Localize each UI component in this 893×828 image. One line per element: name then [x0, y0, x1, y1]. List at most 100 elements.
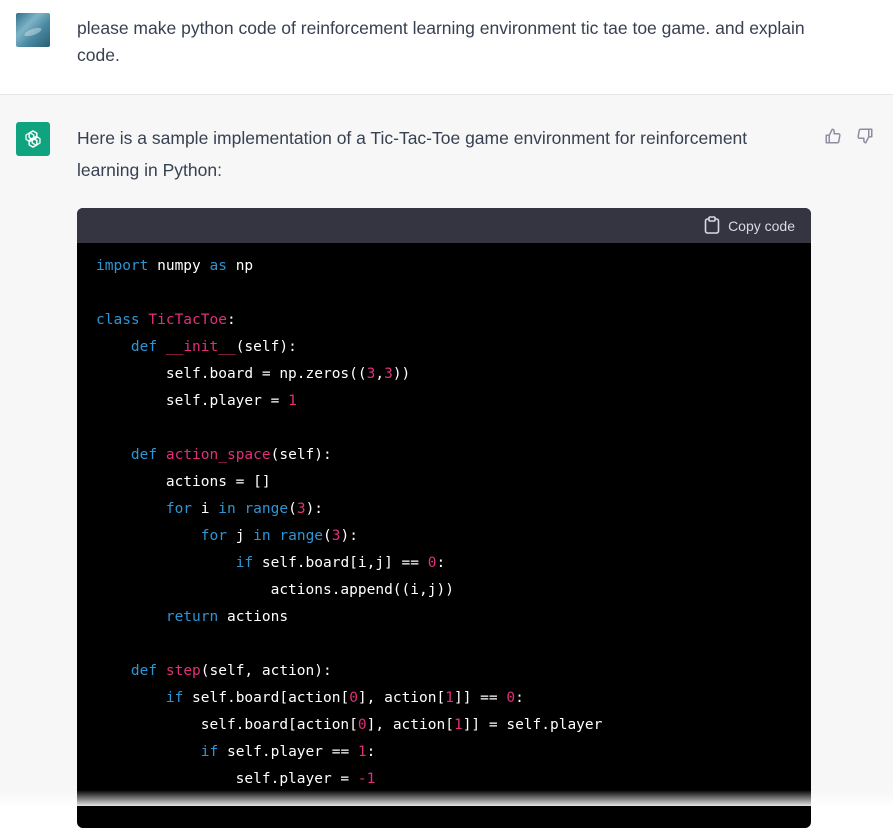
- code-token: ]] = self.player: [462, 717, 603, 733]
- code-line: def step(self, action):: [96, 658, 811, 685]
- code-token: return: [165, 609, 219, 625]
- code-token: (: [323, 528, 332, 544]
- code-line: if self.board[i,j] == 0:: [96, 550, 811, 577]
- clipboard-icon: [704, 215, 720, 237]
- code-token: 3: [384, 366, 393, 382]
- code-line: import numpy as np: [96, 253, 811, 280]
- code-token: for: [200, 528, 227, 544]
- code-token: if: [165, 690, 184, 706]
- code-token: 1: [288, 393, 297, 409]
- code-token: as: [209, 258, 227, 274]
- copy-code-label: Copy code: [728, 218, 795, 234]
- code-token: actions: [218, 609, 289, 625]
- code-token: action_space: [165, 447, 271, 463]
- code-token: self.player =: [96, 393, 289, 409]
- code-token: if: [235, 555, 254, 571]
- code-token: -1: [357, 771, 376, 787]
- code-token: i: [192, 501, 219, 517]
- code-token: def: [130, 663, 158, 679]
- code-token: if: [200, 744, 219, 760]
- code-token: actions = []: [96, 474, 271, 490]
- code-token: )): [392, 366, 411, 382]
- code-block: Copy code import numpy as np class TicTac…: [77, 208, 811, 828]
- code-token: 1: [445, 690, 454, 706]
- code-token: 1: [357, 744, 367, 760]
- code-token: :: [436, 555, 446, 571]
- code-token: np: [226, 258, 254, 274]
- code-token: in: [253, 528, 271, 544]
- code-token: range: [279, 528, 324, 544]
- user-message-text: please make python code of reinforcement…: [77, 18, 805, 65]
- code-token: self.board = np.zeros((: [96, 366, 367, 382]
- code-token: self.player =: [96, 771, 358, 787]
- code-token: 0: [506, 690, 516, 706]
- code-line: actions = []: [96, 469, 811, 496]
- code-token: self.player ==: [218, 744, 358, 760]
- code-token: ], action[: [366, 717, 454, 733]
- code-line: for i in range(3):: [96, 496, 811, 523]
- code-token: numpy: [148, 258, 210, 274]
- code-line: self.board = np.zeros((3,3)): [96, 361, 811, 388]
- openai-logo-icon: [16, 122, 50, 156]
- code-line: for j in range(3):: [96, 523, 811, 550]
- code-token: self.board[i,j] ==: [253, 555, 428, 571]
- code-token: def: [130, 339, 158, 355]
- code-token: 3: [331, 528, 341, 544]
- code-token: :: [226, 312, 236, 328]
- copy-code-button[interactable]: Copy code: [704, 215, 795, 237]
- thumbs-up-icon[interactable]: [822, 125, 844, 147]
- code-content: import numpy as np class TicTacToe: def _…: [96, 253, 811, 793]
- code-token: class: [96, 312, 140, 328]
- code-token: (self):: [235, 339, 297, 355]
- code-line: def __init__(self):: [96, 334, 811, 361]
- code-token: TicTacToe: [148, 312, 227, 328]
- code-token: ]] ==: [453, 690, 507, 706]
- code-token: :: [366, 744, 376, 760]
- code-line: self.player = -1: [96, 766, 811, 793]
- code-token: 0: [357, 717, 367, 733]
- code-line: def action_space(self):: [96, 442, 811, 469]
- assistant-message-row: Here is a sample implementation of a Tic…: [0, 95, 893, 828]
- code-token: self.board[action[: [183, 690, 350, 706]
- code-token: actions.append((i,j)): [96, 582, 454, 598]
- code-token: (: [288, 501, 297, 517]
- code-token: 1: [453, 717, 463, 733]
- code-token: range: [244, 501, 289, 517]
- code-token: for: [165, 501, 193, 517]
- thumbs-down-icon[interactable]: [854, 125, 876, 147]
- code-line: return actions: [96, 604, 811, 631]
- code-line: if self.player == 1:: [96, 739, 811, 766]
- code-token: 0: [427, 555, 437, 571]
- code-token: (self, action):: [200, 663, 332, 679]
- code-line: actions.append((i,j)): [96, 577, 811, 604]
- assistant-intro-text: Here is a sample implementation of a Tic…: [77, 128, 748, 180]
- code-token: self.board[action[: [96, 717, 358, 733]
- code-token: step: [165, 663, 201, 679]
- user-avatar: [16, 13, 50, 47]
- code-token: (self):: [270, 447, 332, 463]
- code-token: :: [515, 690, 524, 706]
- code-line: class TicTacToe:: [96, 307, 811, 334]
- code-token: __init__: [165, 339, 236, 355]
- user-message-row: please make python code of reinforcement…: [0, 0, 893, 95]
- code-line: self.player = 1: [96, 388, 811, 415]
- code-token: in: [218, 501, 236, 517]
- code-token: ,: [375, 366, 385, 382]
- code-token: ):: [305, 501, 324, 517]
- code-line: self.board[action[0], action[1]] = self.…: [96, 712, 811, 739]
- code-token: import: [96, 258, 149, 274]
- code-token: def: [130, 447, 158, 463]
- code-token: 0: [349, 690, 358, 706]
